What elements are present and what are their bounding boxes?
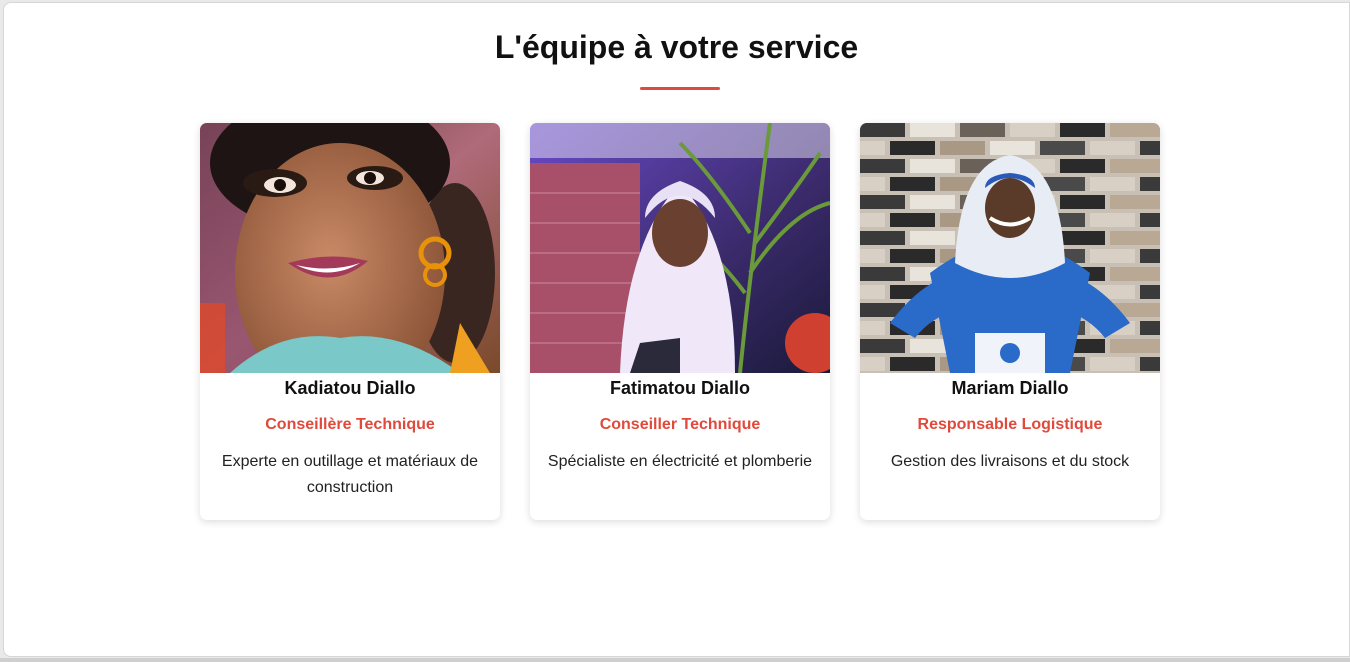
member-description: Gestion des livraisons et du stock bbox=[890, 453, 1130, 470]
member-name: Kadiatou Diallo bbox=[284, 378, 416, 398]
team-card: Fatimatou Diallo Conseiller Technique Sp… bbox=[530, 123, 830, 520]
team-card: Kadiatou Diallo Conseillère Technique Ex… bbox=[200, 123, 500, 520]
member-role: Conseillère Technique bbox=[265, 416, 435, 433]
team-cards: Kadiatou Diallo Conseillère Technique Ex… bbox=[200, 123, 1160, 520]
team-member-photo bbox=[530, 123, 830, 373]
team-card: Mariam Diallo Responsable Logistique Ges… bbox=[860, 123, 1160, 520]
member-description: Experte en outillage et matériaux de con… bbox=[221, 453, 479, 496]
window-bottom-edge bbox=[0, 658, 1350, 662]
section-title: L'équipe à votre service bbox=[494, 29, 859, 65]
member-role: Responsable Logistique bbox=[917, 416, 1103, 433]
member-name: Mariam Diallo bbox=[951, 378, 1069, 398]
member-description: Spécialiste en électricité et plomberie bbox=[547, 453, 813, 470]
team-member-photo bbox=[860, 123, 1160, 373]
member-role: Conseiller Technique bbox=[599, 416, 761, 433]
member-name: Fatimatou Diallo bbox=[609, 378, 750, 398]
page-container: L'équipe à votre service Kadiatou Diallo… bbox=[3, 2, 1350, 657]
title-underline bbox=[640, 87, 720, 90]
team-member-photo bbox=[200, 123, 500, 373]
